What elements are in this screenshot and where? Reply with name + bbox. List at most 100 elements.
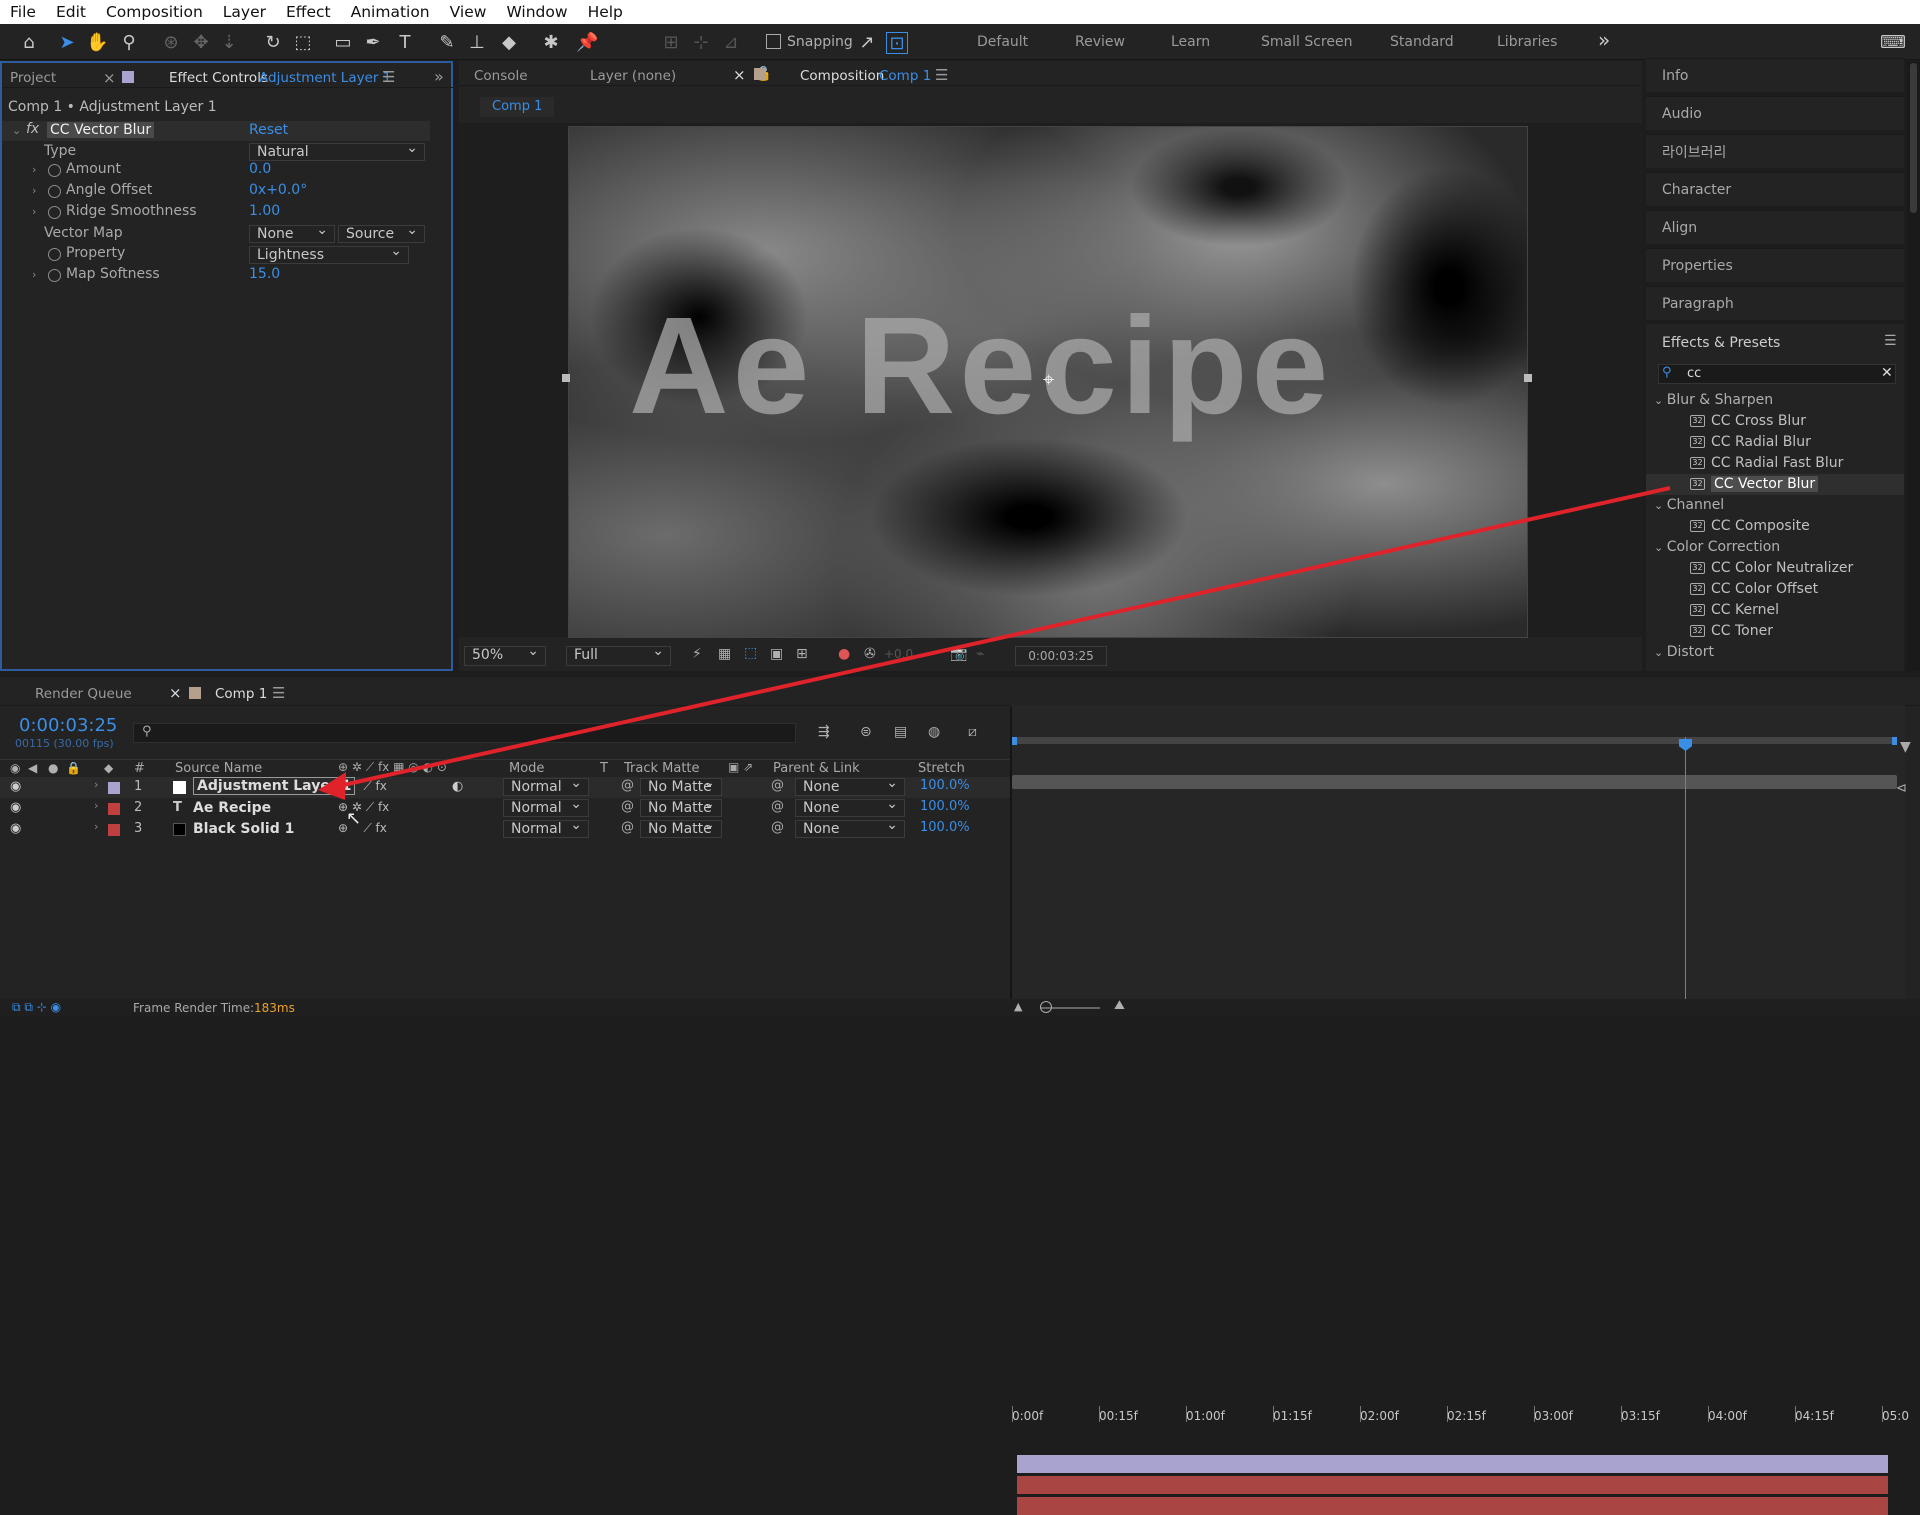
panel-paragraph[interactable]: Paragraph	[1646, 286, 1904, 320]
snapshot-icon[interactable]: 📷	[950, 646, 967, 662]
adjustment-switch-icon[interactable]: ◐	[452, 779, 463, 794]
roto-brush-icon[interactable]: ✱	[540, 32, 562, 54]
layer-handle[interactable]	[562, 374, 570, 382]
menu-layer[interactable]: Layer	[213, 0, 276, 24]
tab-layer[interactable]: Layer (none)	[590, 68, 676, 84]
effect-item[interactable]: CC Kernel	[1711, 602, 1779, 618]
work-area-range[interactable]	[1012, 775, 1897, 789]
zoom-in-icon[interactable]: ⛰	[1114, 998, 1125, 1013]
workspace-libraries[interactable]: Libraries	[1497, 34, 1557, 50]
stopwatch-icon[interactable]	[48, 164, 61, 177]
layer-switches[interactable]: ⊕ ⟋ fx	[338, 779, 387, 794]
fx-icon[interactable]: fx	[26, 121, 39, 137]
effect-item[interactable]: CC Cross Blur	[1711, 413, 1806, 429]
clear-search-icon[interactable]: ✕	[1881, 365, 1893, 381]
close-icon[interactable]: ×	[169, 684, 182, 702]
show-snapshot-icon[interactable]: ⌁	[976, 646, 984, 662]
current-timecode[interactable]: 0:00:03:25	[19, 715, 117, 736]
chevron-right-icon[interactable]: ›	[32, 184, 36, 197]
visibility-eye-icon[interactable]: ◉	[10, 821, 21, 836]
chevron-down-icon[interactable]: ⌄	[12, 124, 21, 137]
menu-edit[interactable]: Edit	[46, 0, 96, 24]
layer-duration-bar[interactable]	[1017, 1497, 1888, 1515]
panel-character[interactable]: Character	[1646, 172, 1904, 206]
motion-blur-icon[interactable]: ◍	[928, 724, 940, 740]
stopwatch-icon[interactable]	[48, 269, 61, 282]
layer-search-input[interactable]: ⚲	[133, 723, 796, 743]
tab-render-queue[interactable]: Render Queue	[35, 686, 132, 702]
parent-dropdown[interactable]: None	[795, 817, 905, 838]
viewer-timecode[interactable]: 0:00:03:25	[1015, 646, 1107, 666]
clone-stamp-icon[interactable]: ⊥	[466, 32, 488, 54]
menu-animation[interactable]: Animation	[341, 0, 440, 24]
pan-tool-icon[interactable]: ✥	[190, 32, 212, 54]
track-matte-dropdown[interactable]: No Matte	[640, 796, 722, 817]
menu-help[interactable]: Help	[578, 0, 633, 24]
rectangle-tool-icon[interactable]: ▭	[332, 32, 354, 54]
panel-menu-icon[interactable]: ☰	[272, 684, 285, 702]
layer-name[interactable]: Adjustment Layer 1	[193, 777, 356, 795]
eraser-tool-icon[interactable]: ◆	[498, 32, 520, 54]
vector-map-layer-dropdown[interactable]: None	[249, 222, 335, 243]
workspace-standard[interactable]: Standard	[1390, 34, 1454, 50]
selection-tool-icon[interactable]: ➤	[56, 32, 78, 54]
snap-icon[interactable]: ↗	[856, 32, 878, 54]
effect-item[interactable]: CC Color Neutralizer	[1711, 560, 1853, 576]
layer-row[interactable]: ◉ › 3 Black Solid 1 ⊕ ⟋ fx Normal @ No M…	[0, 817, 1010, 840]
reset-button[interactable]: Reset	[249, 122, 288, 138]
playhead-line[interactable]	[1685, 737, 1686, 1016]
zoom-out-icon[interactable]: ▲	[1014, 1000, 1022, 1013]
exposure-value[interactable]: +0.0	[884, 647, 913, 661]
comp-subtab[interactable]: Comp 1	[480, 97, 555, 117]
layer-name[interactable]: Black Solid 1	[193, 821, 294, 837]
tab-comp[interactable]: Comp 1	[215, 686, 267, 702]
track-matte-dropdown[interactable]: No Matte	[640, 775, 722, 796]
hand-tool-icon[interactable]: ✋	[86, 32, 108, 54]
effect-group[interactable]: ⌄ Color Correction	[1654, 539, 1780, 555]
comp-button-icon[interactable]: ⊲	[1896, 781, 1907, 796]
effects-search-input[interactable]: ⚲ cc ✕	[1658, 364, 1896, 384]
panel-audio[interactable]: Audio	[1646, 96, 1904, 130]
parent-pickwhip-icon[interactable]: @	[771, 799, 784, 814]
stopwatch-icon[interactable]	[48, 248, 61, 261]
workspace-review[interactable]: Review	[1075, 34, 1125, 50]
effect-item[interactable]: CC Color Offset	[1711, 581, 1818, 597]
tab-console[interactable]: Console	[474, 68, 528, 84]
parent-pickwhip-icon[interactable]: @	[771, 820, 784, 835]
col-source-name[interactable]: Source Name	[175, 761, 262, 776]
graph-editor-icon[interactable]: ⧄	[968, 724, 977, 740]
stretch-value[interactable]: 100.0%	[920, 799, 970, 814]
axis-icon[interactable]: ⊹	[690, 32, 712, 54]
type-tool-icon[interactable]: T	[394, 32, 416, 54]
snapping-checkbox[interactable]	[766, 34, 781, 49]
menu-composition[interactable]: Composition	[96, 0, 213, 24]
mask-visibility-icon[interactable]: ⬚	[744, 645, 757, 661]
axis2-icon[interactable]: ⊿	[720, 32, 742, 54]
layer-name[interactable]: Ae Recipe	[193, 800, 271, 816]
effect-item[interactable]: CC Composite	[1711, 518, 1810, 534]
timeline-graph-area[interactable]	[1012, 705, 1905, 1016]
visibility-eye-icon[interactable]: ◉	[10, 779, 21, 794]
stopwatch-icon[interactable]	[48, 185, 61, 198]
frame-blending-icon[interactable]: ▤	[894, 724, 907, 740]
snap-target-icon[interactable]: ⊡	[886, 32, 908, 54]
effect-group[interactable]: ⌄ Distort	[1654, 644, 1714, 660]
effect-group[interactable]: ⌄ Channel	[1654, 497, 1724, 513]
effect-name[interactable]: CC Vector Blur	[47, 122, 155, 138]
expand-icon[interactable]: »	[434, 67, 444, 86]
effect-group[interactable]: ⌄ Blur & Sharpen	[1654, 392, 1773, 408]
blend-mode-dropdown[interactable]: Normal	[503, 796, 589, 817]
layer-duration-bar[interactable]	[1017, 1455, 1888, 1473]
chevron-right-icon[interactable]: ›	[32, 268, 36, 281]
panel-menu-icon[interactable]: ☰	[382, 68, 395, 86]
stretch-value[interactable]: 100.0%	[920, 778, 970, 793]
label-color[interactable]	[108, 782, 120, 794]
effect-item[interactable]: CC Toner	[1711, 623, 1773, 639]
layer-duration-bar[interactable]	[1017, 1476, 1888, 1494]
effect-item[interactable]: CC Radial Blur	[1711, 434, 1811, 450]
region-interest-icon[interactable]: ▣	[770, 646, 783, 662]
panel-menu-icon[interactable]: ☰	[935, 66, 948, 84]
pen-tool-icon[interactable]: ✒	[362, 32, 384, 54]
toggle-switches-icon[interactable]: ⧉ ⧉ ⊹ ◉	[12, 1000, 61, 1015]
home-icon[interactable]: ⌂	[18, 32, 40, 54]
